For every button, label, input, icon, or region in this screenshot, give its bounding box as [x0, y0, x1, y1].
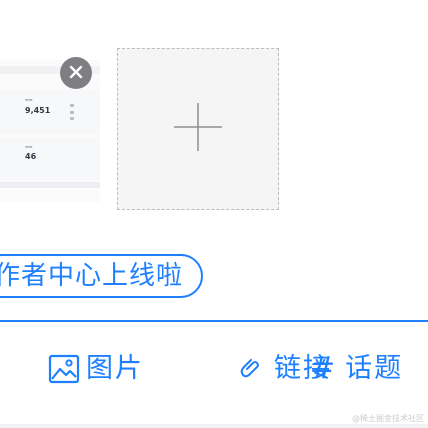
thumbnail-stat-row: ▬▬ 46 [0, 138, 100, 180]
selected-topic-tag[interactable]: 作者中心上线啦 [0, 254, 203, 298]
link-icon [236, 354, 262, 384]
input-divider [0, 320, 428, 322]
thumbnail-stat-row: ▬▬ 9,451 [0, 90, 100, 134]
topic-tag-label: 作者中心上线啦 [0, 261, 184, 291]
thumbnail-stat-caption: ▬▬ [25, 144, 33, 149]
editor-page: ▬▬ 9,451 ▬▬ 46 作者中心上线啦 ▐ [0, 0, 428, 428]
emoji-button-partial[interactable]: ▐ [0, 352, 4, 386]
image-icon [48, 354, 80, 384]
add-image-button[interactable] [117, 48, 279, 210]
insert-image-label: 图片 [86, 353, 144, 384]
remove-image-button[interactable] [60, 57, 92, 89]
hash-icon: # [310, 351, 336, 386]
insert-image-button[interactable]: 图片 [48, 352, 144, 386]
bottom-edge-shade [0, 424, 428, 428]
insert-topic-label: 话题 [345, 353, 404, 384]
insert-topic-button[interactable]: # 话题 [310, 352, 403, 386]
thumbnail-stat-value: 46 [25, 152, 37, 161]
thumbnail-footer-strip [0, 182, 100, 188]
watermark: @稀土掘金技术社区 [352, 414, 424, 423]
plus-icon [172, 101, 224, 157]
close-icon [69, 64, 83, 83]
thumbnail-stat-caption: ▬▬ [25, 97, 33, 102]
thumbnail-stat-value: 9,451 [25, 106, 51, 115]
thumbnail-dots [70, 104, 74, 120]
